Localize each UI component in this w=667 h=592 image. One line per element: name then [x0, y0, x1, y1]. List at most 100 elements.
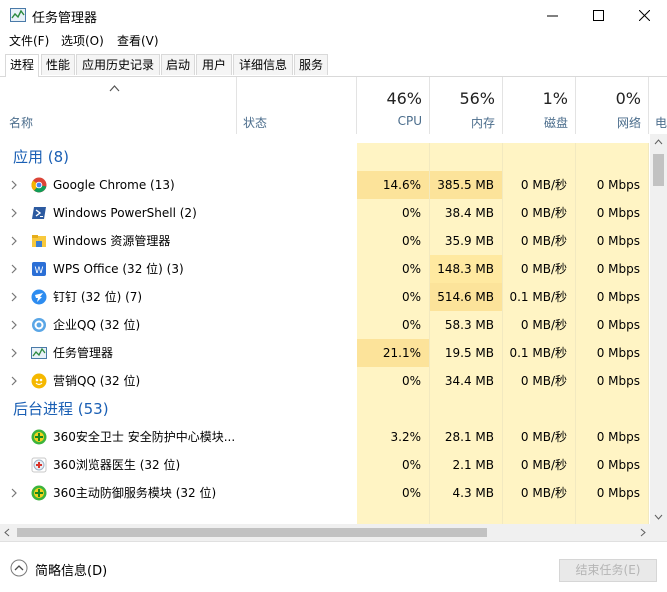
process-name: Windows 资源管理器: [53, 234, 171, 248]
expand-chevron-icon[interactable]: [11, 180, 18, 190]
process-row[interactable]: 0% 38.4 MB 0 MB/秒 0 Mbps Windows PowerShell …: [0, 199, 650, 227]
fewer-details-link[interactable]: 简略信息(D): [35, 560, 107, 579]
process-row[interactable]: 0% 35.9 MB 0 MB/秒 0 Mbps Windows 资源管理器: [0, 227, 650, 255]
minimize-icon: [546, 15, 558, 16]
expand-chevron-icon[interactable]: [11, 488, 18, 498]
process-mem: 34.4 MB: [430, 367, 503, 395]
group-heat-cell: [430, 143, 503, 171]
heat-cell: [430, 507, 503, 524]
process-row[interactable]: 0% 514.6 MB 0.1 MB/秒 0 Mbps 钉钉 (32 位) (7): [0, 283, 650, 311]
process-row[interactable]: 0% 148.3 MB 0 MB/秒 0 Mbps W WPS Office (32 位)…: [0, 255, 650, 283]
process-mem: 385.5 MB: [430, 171, 503, 199]
process-mem: 28.1 MB: [430, 423, 503, 451]
tab-app-history[interactable]: 应用历史记录: [76, 54, 160, 75]
explorer-icon: [32, 235, 46, 247]
column-memory[interactable]: 56% 内存: [430, 77, 503, 134]
360-safe-icon: [31, 429, 47, 445]
process-cpu: 0%: [357, 283, 430, 311]
tab-startup[interactable]: 启动: [161, 54, 195, 75]
360-doctor-icon: [31, 457, 47, 473]
vertical-scroll-thumb[interactable]: [653, 154, 664, 186]
process-cpu: 0%: [357, 227, 430, 255]
tab-services[interactable]: 服务: [294, 54, 328, 75]
heat-cell: [503, 507, 576, 524]
process-mem: 4.3 MB: [430, 479, 503, 507]
process-net: 0 Mbps: [576, 367, 649, 395]
process-row[interactable]: 3.2% 28.1 MB 0 MB/秒 0 Mbps 360安全卫士 安全防护中心模块.…: [0, 423, 650, 451]
group-heat-cell: [503, 143, 576, 171]
process-row-partial: [0, 507, 650, 524]
end-task-button[interactable]: 结束任务(E): [559, 559, 657, 582]
expand-chevron-icon[interactable]: [11, 292, 18, 302]
process-net: 0 Mbps: [576, 311, 649, 339]
process-mem: 19.5 MB: [430, 339, 503, 367]
process-disk: 0 MB/秒: [503, 423, 576, 451]
menu-options[interactable]: 选项(O): [61, 32, 104, 49]
expand-chevron-icon[interactable]: [11, 348, 18, 358]
process-cpu: 14.6%: [357, 171, 430, 199]
process-row[interactable]: 14.6% 385.5 MB 0 MB/秒 0 Mbps Google Chrome (…: [0, 171, 650, 199]
process-net: 0 Mbps: [576, 199, 649, 227]
maximize-icon: [592, 9, 604, 21]
menu-view[interactable]: 查看(V): [117, 32, 159, 49]
column-disk[interactable]: 1% 磁盘: [503, 77, 576, 134]
expand-chevron-icon[interactable]: [11, 236, 18, 246]
minimize-button[interactable]: [529, 0, 575, 30]
horizontal-scroll-thumb[interactable]: [17, 528, 487, 537]
expand-chevron-icon[interactable]: [11, 320, 18, 330]
column-name[interactable]: 名称: [0, 77, 237, 134]
process-name: 营销QQ (32 位): [53, 374, 141, 388]
process-net: 0 Mbps: [576, 227, 649, 255]
process-mem: 514.6 MB: [430, 283, 503, 311]
expand-chevron-icon[interactable]: [11, 208, 18, 218]
scroll-down-icon: [654, 514, 663, 520]
scroll-right-icon: [640, 528, 646, 537]
group-title: 后台进程 (53): [13, 400, 109, 418]
expand-chevron-icon[interactable]: [11, 376, 18, 386]
process-row[interactable]: 0% 34.4 MB 0 MB/秒 0 Mbps 营销QQ (32 位): [0, 367, 650, 395]
process-disk: 0 MB/秒: [503, 479, 576, 507]
sort-up-icon: [109, 85, 120, 92]
process-name: WPS Office (32 位) (3): [53, 262, 184, 276]
process-row[interactable]: 0% 4.3 MB 0 MB/秒 0 Mbps 360主动防御服务模块 (32 位): [0, 479, 650, 507]
tab-performance[interactable]: 性能: [41, 54, 75, 75]
close-button[interactable]: [621, 0, 667, 30]
tab-users[interactable]: 用户: [196, 54, 232, 75]
process-row[interactable]: 21.1% 19.5 MB 0.1 MB/秒 0 Mbps 任务管理器: [0, 339, 650, 367]
group-heat-cell: [357, 143, 430, 171]
close-icon: [638, 9, 650, 21]
process-cpu: 0%: [357, 479, 430, 507]
process-row[interactable]: 0% 2.1 MB 0 MB/秒 0 Mbps 360浏览器医生 (32 位): [0, 451, 650, 479]
maximize-button[interactable]: [575, 0, 621, 30]
process-row[interactable]: 0% 58.3 MB 0 MB/秒 0 Mbps 企业QQ (32 位): [0, 311, 650, 339]
process-name: Google Chrome (13): [53, 178, 175, 192]
process-name: 360安全卫士 安全防护中心模块...: [53, 430, 236, 444]
chrome-icon: [31, 177, 47, 193]
process-cpu: 0%: [357, 451, 430, 479]
process-cpu: 3.2%: [357, 423, 430, 451]
column-power[interactable]: 电: [649, 77, 667, 134]
process-list: 应用 (8) 14.6% 385.5 MB 0 MB/秒 0 Mbps Google Ch…: [0, 134, 650, 524]
group-header: 应用 (8): [0, 143, 650, 171]
process-mem: 2.1 MB: [430, 451, 503, 479]
process-net: 0 Mbps: [576, 479, 649, 507]
scroll-left-icon: [4, 528, 10, 537]
column-network[interactable]: 0% 网络: [576, 77, 649, 134]
tab-processes[interactable]: 进程: [5, 54, 39, 77]
process-net: 0 Mbps: [576, 339, 649, 367]
status-bar: 简略信息(D) 结束任务(E): [0, 541, 667, 592]
tab-details[interactable]: 详细信息: [233, 54, 293, 75]
process-name: 360主动防御服务模块 (32 位): [53, 486, 217, 500]
process-net: 0 Mbps: [576, 423, 649, 451]
column-status[interactable]: 状态: [237, 77, 357, 134]
process-disk: 0.1 MB/秒: [503, 283, 576, 311]
wps-icon: W: [32, 262, 46, 276]
fewer-details-icon[interactable]: [10, 559, 28, 577]
horizontal-scrollbar[interactable]: [0, 524, 650, 541]
column-cpu[interactable]: 46% CPU: [357, 77, 430, 134]
expand-chevron-icon[interactable]: [11, 264, 18, 274]
menu-file[interactable]: 文件(F): [9, 32, 49, 49]
task-manager-icon: [31, 347, 47, 359]
vertical-scrollbar[interactable]: [650, 134, 667, 524]
group-heat-cell: [503, 395, 576, 423]
